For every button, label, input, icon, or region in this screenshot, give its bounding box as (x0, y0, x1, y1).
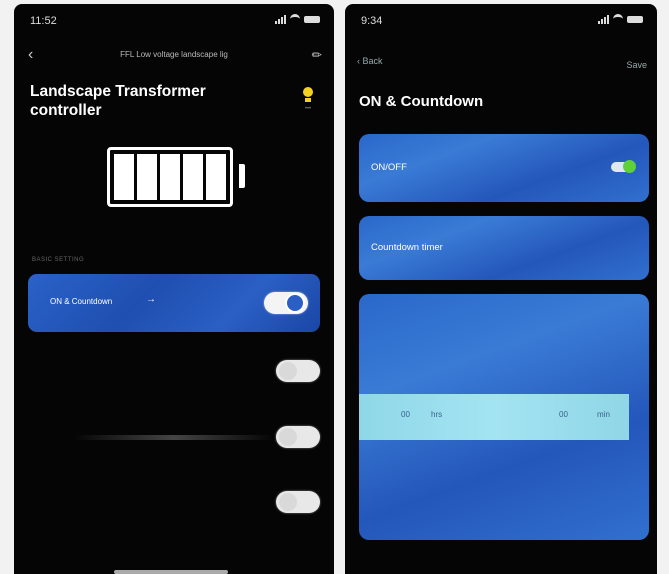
signal-icon (598, 14, 609, 24)
onoff-label: ON/OFF (371, 162, 407, 173)
transformer-graphic-tip (239, 164, 245, 188)
top-navigation: ‹ FFL Low voltage landscape lig ✎ (14, 46, 334, 66)
picker-minutes-unit: min (597, 410, 610, 419)
back-button[interactable]: ‹ Back (357, 56, 383, 66)
settings-toggle-2[interactable] (276, 360, 320, 382)
onoff-card[interactable]: ON/OFF (359, 134, 649, 202)
row-label: ON & Countdown (50, 297, 113, 306)
picker-selection-band: 00 hrs 00 min (359, 394, 629, 440)
arrow-right-icon: → (146, 294, 156, 305)
settings-row-4[interactable] (28, 487, 320, 517)
countdown-timer-card[interactable]: Countdown timer (359, 216, 649, 280)
light-bulb-icon[interactable]: ••• (302, 87, 314, 112)
status-bar: 11:52 (14, 14, 334, 30)
picker-minutes-value[interactable]: 00 (559, 410, 568, 419)
on-countdown-toggle[interactable] (264, 292, 308, 314)
battery-icon (304, 15, 320, 23)
settings-row-2[interactable] (28, 356, 320, 386)
nav-title: FFL Low voltage landscape lig (120, 50, 228, 59)
wifi-icon (613, 14, 623, 24)
status-time: 9:34 (361, 15, 383, 27)
status-bar: 9:34 (345, 14, 657, 30)
picker-hours-unit: hrs (431, 410, 443, 419)
pencil-icon[interactable]: ✎ (308, 46, 325, 63)
left-phone-screen: 11:52 ‹ FFL Low voltage landscape lig ✎ … (14, 4, 334, 574)
wifi-icon (290, 14, 300, 24)
section-label: BASIC SETTING (32, 257, 85, 263)
chevron-left-icon[interactable]: ‹ (28, 46, 33, 64)
onoff-toggle[interactable] (611, 160, 636, 173)
device-title: Landscape Transformer controller (30, 83, 206, 119)
transformer-graphic (107, 147, 233, 207)
picker-hours-value[interactable]: 00 (401, 410, 410, 419)
status-time: 11:52 (30, 15, 57, 27)
save-button[interactable]: Save (626, 60, 647, 70)
battery-icon (627, 15, 643, 23)
signal-icon (275, 14, 286, 24)
home-indicator (114, 570, 228, 574)
time-picker[interactable]: 00 hrs 00 min (359, 294, 649, 540)
settings-row-3[interactable] (28, 422, 320, 452)
page-title: ON & Countdown (359, 93, 484, 110)
right-phone-screen: 9:34 ‹ Back Save ON & Countdown ON/OFF C… (345, 4, 657, 574)
row-on-countdown[interactable]: ON & Countdown → (28, 274, 320, 332)
settings-toggle-3[interactable] (276, 426, 320, 448)
countdown-label: Countdown timer (371, 242, 443, 253)
settings-toggle-4[interactable] (276, 491, 320, 513)
